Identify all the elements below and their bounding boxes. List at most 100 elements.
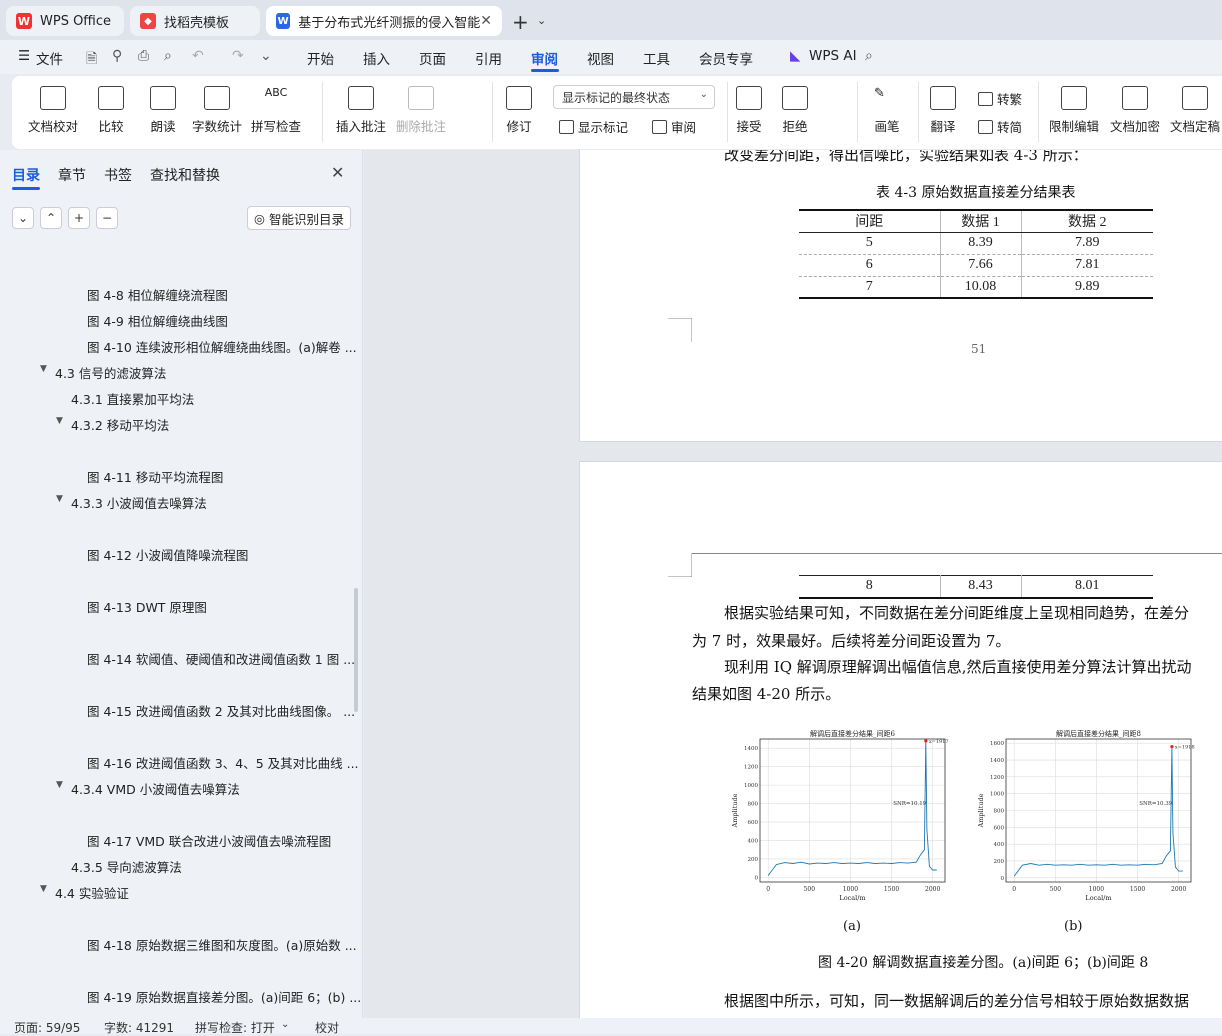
- toc-item[interactable]: 图 4-8 相位解缠绕流程图: [87, 285, 228, 304]
- tab-document[interactable]: W 基于分布式光纤测振的侵入智能 ✕: [266, 6, 502, 36]
- expand-arrow-icon[interactable]: ▼: [56, 416, 63, 426]
- menu-file[interactable]: 文件: [36, 48, 63, 68]
- toc-item[interactable]: 图 4-14 软阈值、硬阈值和改进阈值函数 1 图 ...: [87, 649, 355, 668]
- toc-item[interactable]: 4.3.5 导向滤波算法: [71, 857, 182, 876]
- track-changes-button[interactable]: 修订: [506, 76, 532, 149]
- translate-button[interactable]: 翻译: [930, 76, 956, 149]
- toc-item[interactable]: 图 4-10 连续波形相位解缠绕曲线图。(a)解卷 ...: [87, 337, 357, 356]
- menu-insert[interactable]: 插入: [363, 48, 390, 68]
- to-traditional-button[interactable]: 转繁: [978, 89, 1022, 108]
- search-icon[interactable]: ⌕: [865, 48, 873, 64]
- tab-toc[interactable]: 目录: [12, 165, 40, 185]
- expand-arrow-icon[interactable]: ▼: [40, 364, 47, 374]
- table-cell: 8: [799, 575, 940, 599]
- reject-button[interactable]: 拒绝: [782, 76, 808, 149]
- word-count-indicator[interactable]: 字数: 41291: [104, 1019, 174, 1036]
- menu-start[interactable]: 开始: [307, 48, 334, 68]
- menu-reference[interactable]: 引用: [475, 48, 502, 68]
- accept-button[interactable]: 接受: [736, 76, 762, 149]
- menu-member[interactable]: 会员专享: [699, 48, 753, 68]
- toc-item[interactable]: 图 4-18 原始数据三维图和灰度图。(a)原始数 ...: [87, 935, 357, 954]
- spell-check-button[interactable]: ABC 拼写检查: [251, 76, 301, 149]
- sidebar-scrollbar[interactable]: [354, 588, 358, 712]
- remove-heading-button[interactable]: −: [96, 207, 118, 229]
- menu-wps-ai[interactable]: WPS AI: [809, 48, 857, 64]
- delete-comment-button[interactable]: 删除批注: [396, 76, 446, 149]
- restrict-edit-button[interactable]: 限制编辑: [1049, 76, 1099, 149]
- spell-check-indicator[interactable]: 拼写检查: 打开: [195, 1019, 275, 1036]
- expand-arrow-icon[interactable]: ▼: [56, 494, 63, 504]
- insert-comment-button[interactable]: 插入批注: [336, 76, 386, 149]
- table-cell: 8.43: [939, 575, 1021, 599]
- pen-button[interactable]: ✎ 画笔: [874, 76, 900, 149]
- page-indicator[interactable]: 页面: 59/95: [14, 1019, 80, 1036]
- toc-item[interactable]: ▼ 4.3 信号的滤波算法: [40, 363, 166, 382]
- close-icon[interactable]: ✕: [331, 163, 344, 182]
- print-icon[interactable]: ⎙: [138, 48, 149, 64]
- doc-check-icon: [40, 86, 66, 110]
- menu-tools[interactable]: 工具: [643, 48, 670, 68]
- toc-item[interactable]: 图 4-9 相位解缠绕曲线图: [87, 311, 228, 330]
- show-markup-button[interactable]: 显示标记: [559, 117, 628, 136]
- hamburger-icon[interactable]: ☰: [18, 48, 30, 64]
- proofread-indicator[interactable]: 校对: [315, 1019, 339, 1036]
- expand-arrow-icon[interactable]: ▼: [56, 780, 63, 790]
- toc-item[interactable]: 图 4-15 改进阈值函数 2 及其对比曲线图像。 ...: [87, 701, 355, 720]
- track-changes-icon: [506, 86, 532, 110]
- to-simplified-button[interactable]: 转简: [978, 117, 1022, 136]
- finalize-button[interactable]: 文档定稿: [1170, 76, 1220, 149]
- toc-item[interactable]: 图 4-16 改进阈值函数 3、4、5 及其对比曲线 ...: [87, 753, 359, 772]
- paragraph: 根据图中所示，可知，同一数据解调后的差分信号相较于原始数据数据: [724, 992, 1190, 1010]
- menu-review[interactable]: 审阅: [531, 48, 558, 68]
- markup-state-select[interactable]: 显示标记的最终状态 ⌄: [553, 85, 715, 109]
- add-heading-button[interactable]: +: [68, 207, 90, 229]
- tab-sections[interactable]: 章节: [58, 165, 86, 185]
- close-tab-icon[interactable]: ✕: [480, 13, 492, 29]
- document-canvas[interactable]: 改变差分间距，得出信噪比，实验结果如表 4-3 所示： 表 4-3 原始数据直接…: [364, 150, 1222, 1018]
- read-aloud-button[interactable]: 朗读: [150, 76, 176, 149]
- markup-state-value: 显示标记的最终状态: [562, 91, 671, 105]
- tab-wps-office[interactable]: W WPS Office: [6, 6, 124, 36]
- compare-button[interactable]: 比较: [98, 76, 124, 149]
- share-icon[interactable]: ⚲: [112, 48, 122, 64]
- toc-item-label: 图 4-19 原始数据直接差分图。(a)间距 6；(b) ...: [87, 990, 362, 1005]
- toc-item[interactable]: 图 4-13 DWT 原理图: [87, 597, 207, 616]
- expand-arrow-icon[interactable]: ▼: [40, 884, 47, 894]
- ribbon-separator: [1038, 82, 1039, 142]
- toc-item[interactable]: 图 4-19 原始数据直接差分图。(a)间距 6；(b) ...: [87, 987, 361, 1006]
- encrypt-button[interactable]: 文档加密: [1110, 76, 1160, 149]
- y-tick-label: 200: [994, 859, 1005, 865]
- toc-item[interactable]: ▼ 4.3.2 移动平均法: [56, 415, 169, 434]
- tab-bookmarks[interactable]: 书签: [104, 165, 132, 185]
- more-icon[interactable]: ⌄: [260, 48, 272, 64]
- tab-find-replace[interactable]: 查找和替换: [150, 165, 220, 185]
- toc-item-label: 4.3.4 VMD 小波阈值去噪算法: [71, 782, 240, 797]
- toc-item[interactable]: ▼ 4.4 实验验证: [40, 883, 129, 902]
- toc-item[interactable]: 图 4-17 VMD 联合改进小波阈值去噪流程图: [87, 831, 331, 850]
- doc-check-button[interactable]: 文档校对: [28, 76, 78, 149]
- collapse-all-button[interactable]: ⌄: [12, 207, 34, 229]
- toc-item[interactable]: 图 4-11 移动平均流程图: [87, 467, 223, 486]
- toc-item[interactable]: 4.3.1 直接累加平均法: [71, 389, 194, 408]
- new-tab-button[interactable]: +: [512, 10, 529, 34]
- word-count-button[interactable]: 字数统计: [192, 76, 242, 149]
- print-preview-icon[interactable]: ⌕: [164, 48, 172, 64]
- toc-item[interactable]: ▼ 4.3.3 小波阈值去噪算法: [56, 493, 207, 512]
- toc-item-label: 4.3.5 导向滤波算法: [71, 860, 182, 875]
- chevron-down-icon[interactable]: ⌄: [537, 14, 546, 27]
- menu-view[interactable]: 视图: [587, 48, 614, 68]
- expand-all-button[interactable]: ⌃: [40, 207, 62, 229]
- x-tick-label: 0: [766, 886, 770, 893]
- review-pane-button[interactable]: 审阅: [652, 117, 696, 136]
- tab-bar: W WPS Office ◆ 找稻壳模板 W 基于分布式光纤测振的侵入智能 ✕ …: [0, 0, 1222, 40]
- ribbon-label: 翻译: [930, 119, 956, 134]
- smart-toc-button[interactable]: ◎ 智能识别目录: [247, 206, 351, 230]
- save-icon[interactable]: 🗎: [86, 48, 97, 72]
- tab-template[interactable]: ◆ 找稻壳模板: [130, 6, 260, 36]
- undo-icon[interactable]: ↶: [192, 48, 204, 64]
- menu-page[interactable]: 页面: [419, 48, 446, 68]
- toc-item[interactable]: ▼ 4.3.4 VMD 小波阈值去噪算法: [56, 779, 240, 798]
- chevron-down-icon[interactable]: ⌄: [281, 1019, 289, 1030]
- toc-item[interactable]: 图 4-12 小波阈值降噪流程图: [87, 545, 248, 564]
- redo-icon[interactable]: ↷: [232, 48, 244, 64]
